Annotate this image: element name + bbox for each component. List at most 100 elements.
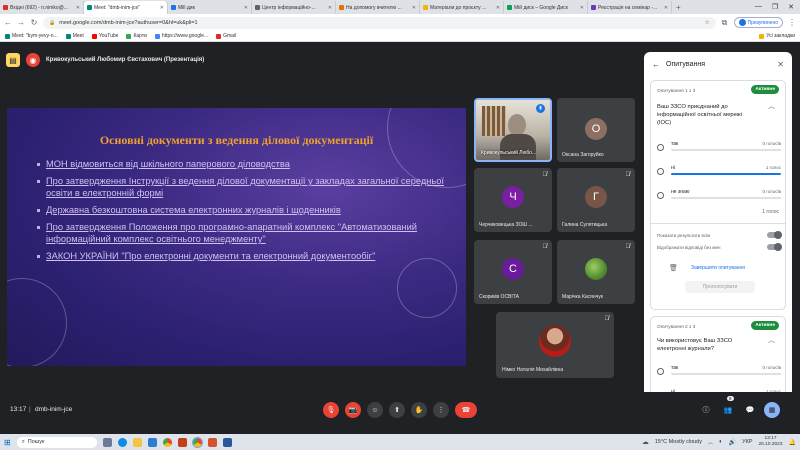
browser-tab[interactable]: На допомогу вчителю ... ✕: [336, 1, 420, 14]
participant-tile[interactable]: 🎙̸ Німко Наталія Михайлівна: [496, 312, 614, 378]
present-button[interactable]: ⬆: [389, 402, 405, 418]
browser-tab-active[interactable]: Meet: "dmb-inim-jce" ✕: [84, 1, 168, 14]
weather-text[interactable]: 15°C Mostly cloudy: [655, 439, 702, 445]
chat-icon[interactable]: 💬: [742, 402, 758, 418]
notifications-icon[interactable]: 🔔: [789, 439, 796, 446]
close-window-icon[interactable]: ✕: [788, 3, 794, 11]
bookmark-item[interactable]: Meet: "bym-yevy-n...: [5, 33, 58, 39]
reactions-button[interactable]: ☺: [367, 402, 383, 418]
edge-icon[interactable]: [117, 437, 127, 447]
raise-hand-button[interactable]: ✋: [411, 402, 427, 418]
maximize-icon[interactable]: ❐: [772, 3, 778, 11]
slide-link[interactable]: Про затвердження Положення про програмно…: [37, 221, 447, 245]
participant-tile[interactable]: 🎙̸ Ч Черчиковецька ЗОШ ...: [474, 168, 552, 232]
volume-icon[interactable]: 🔊: [729, 439, 736, 446]
reload-icon[interactable]: ↻: [30, 18, 38, 27]
star-icon[interactable]: ☆: [705, 20, 710, 26]
word-icon[interactable]: [222, 437, 232, 447]
tab-favicon: [423, 5, 428, 10]
taskbar-search[interactable]: ⌕ Пошук: [16, 436, 97, 448]
clock-date: 26.10.2023: [758, 442, 783, 447]
browser-tab[interactable]: Матеріали до проєкту ... ✕: [420, 1, 504, 14]
powerpoint-icon[interactable]: [177, 437, 187, 447]
browser-tab[interactable]: Mill дик ✕: [168, 1, 252, 14]
chevron-up-icon[interactable]: ︿: [768, 101, 775, 111]
extensions-icon[interactable]: ⧉: [721, 18, 729, 28]
slide-link[interactable]: Про затвердження Інструкції з ведення ді…: [37, 175, 447, 199]
radio-button[interactable]: [657, 144, 664, 151]
powerpoint-icon[interactable]: [207, 437, 217, 447]
file-explorer-icon[interactable]: [132, 437, 142, 447]
slide-link[interactable]: ЗАКОН УКРАЇНИ "Про електронні документи …: [37, 250, 447, 262]
browser-tab[interactable]: Мій диск – Google Диск ✕: [504, 1, 588, 14]
menu-icon[interactable]: ⋮: [788, 18, 796, 27]
radio-button[interactable]: [657, 168, 664, 175]
poll-option[interactable]: ні 1 голос: [657, 165, 781, 181]
poll-option[interactable]: так 0 голосів: [657, 141, 781, 157]
close-icon[interactable]: ✕: [412, 5, 416, 11]
chrome-icon[interactable]: [191, 436, 203, 448]
mic-off-button[interactable]: 🎙: [323, 402, 339, 418]
browser-tab[interactable]: Вхідні (692) - n.nimko@... ✕: [0, 1, 84, 14]
bookmark-item[interactable]: https://www.google...: [154, 33, 208, 39]
more-options-button[interactable]: ⋮: [433, 402, 449, 418]
back-icon[interactable]: ←: [4, 18, 12, 27]
new-tab-button[interactable]: +: [672, 3, 685, 12]
show-answers-toggle[interactable]: [767, 243, 782, 251]
radio-button[interactable]: [657, 368, 664, 375]
windows-start-icon[interactable]: ⊞: [4, 438, 11, 447]
close-icon[interactable]: ✕: [244, 5, 248, 11]
browser-tab[interactable]: Реєстрація на семінар -... ✕: [588, 1, 672, 14]
radio-button[interactable]: [657, 192, 664, 199]
task-view-icon[interactable]: [102, 437, 112, 447]
bookmark-item[interactable]: Meet: [65, 33, 84, 39]
all-bookmarks[interactable]: Усі закладки: [759, 33, 795, 39]
close-icon[interactable]: ✕: [777, 60, 784, 69]
tray-arrow-icon[interactable]: ︿: [708, 439, 713, 446]
chrome-icon[interactable]: [162, 437, 172, 447]
url-field[interactable]: 🔒 meet.google.com/dmb-inim-jce?authuser=…: [43, 16, 716, 29]
store-icon[interactable]: [147, 437, 157, 447]
browser-tab[interactable]: Центр інформаційно-... ✕: [252, 1, 336, 14]
leave-call-button[interactable]: ☎: [455, 402, 477, 418]
info-icon[interactable]: ⓘ: [698, 402, 714, 418]
participant-name: Галина Сулятицька: [562, 222, 608, 228]
participant-tile[interactable]: 🎙̸ Г Галина Сулятицька: [557, 168, 635, 232]
slide-link[interactable]: Державна безкоштовна система електронних…: [37, 204, 447, 216]
clock[interactable]: 13:17 26.10.2023: [759, 436, 783, 448]
forward-icon[interactable]: →: [17, 18, 25, 27]
participant-tile[interactable]: ▮ Кривокульський Любо...: [474, 98, 552, 162]
close-icon[interactable]: ✕: [664, 5, 668, 11]
camera-off-button[interactable]: 📷: [345, 402, 361, 418]
option-label: так: [671, 141, 679, 147]
bookmark-item[interactable]: Gmail: [216, 33, 236, 39]
bookmark-item[interactable]: Карти: [126, 33, 147, 39]
network-icon[interactable]: ◐: [719, 439, 723, 445]
profile-button[interactable]: Призупинено: [733, 17, 783, 28]
show-results-toggle[interactable]: [767, 231, 782, 239]
presentation-layout-button[interactable]: ▤: [6, 53, 20, 67]
poll-option[interactable]: не знаю 0 голосів: [657, 189, 781, 205]
close-icon[interactable]: ✕: [496, 5, 500, 11]
activities-icon[interactable]: ▦: [764, 402, 780, 418]
vote-button[interactable]: Проголосувати: [685, 281, 755, 293]
close-icon[interactable]: ✕: [76, 5, 80, 11]
close-icon[interactable]: ✕: [580, 5, 584, 11]
participant-tile[interactable]: 🎙̸ Марічка Касянчук: [557, 240, 635, 304]
minimize-icon[interactable]: —: [755, 3, 762, 11]
end-poll-button[interactable]: Завершити опитування: [691, 265, 745, 271]
people-icon[interactable]: 👥: [720, 402, 736, 418]
chevron-up-icon[interactable]: ︿: [768, 335, 775, 345]
participant-tile[interactable]: 🎙̸ С Скориків ОСВІТА: [474, 240, 552, 304]
participant-tile[interactable]: О Оксана Загоруйко: [557, 98, 635, 162]
poll-option[interactable]: так 0 голосів: [657, 365, 781, 381]
bookmark-item[interactable]: YouTube: [91, 33, 118, 39]
close-icon[interactable]: ✕: [160, 5, 164, 11]
language-indicator[interactable]: УКР: [742, 439, 752, 445]
close-icon[interactable]: ✕: [328, 5, 332, 11]
back-arrow-icon[interactable]: ←: [652, 60, 660, 69]
poll-question: Чи використовує Ваш ЗЗСО електронні журн…: [657, 338, 733, 352]
trash-icon[interactable]: 🗑: [669, 264, 678, 272]
slide-link[interactable]: МОН відмовиться від шкільного паперового…: [37, 158, 447, 170]
stop-presenting-button[interactable]: ◉: [26, 53, 40, 67]
